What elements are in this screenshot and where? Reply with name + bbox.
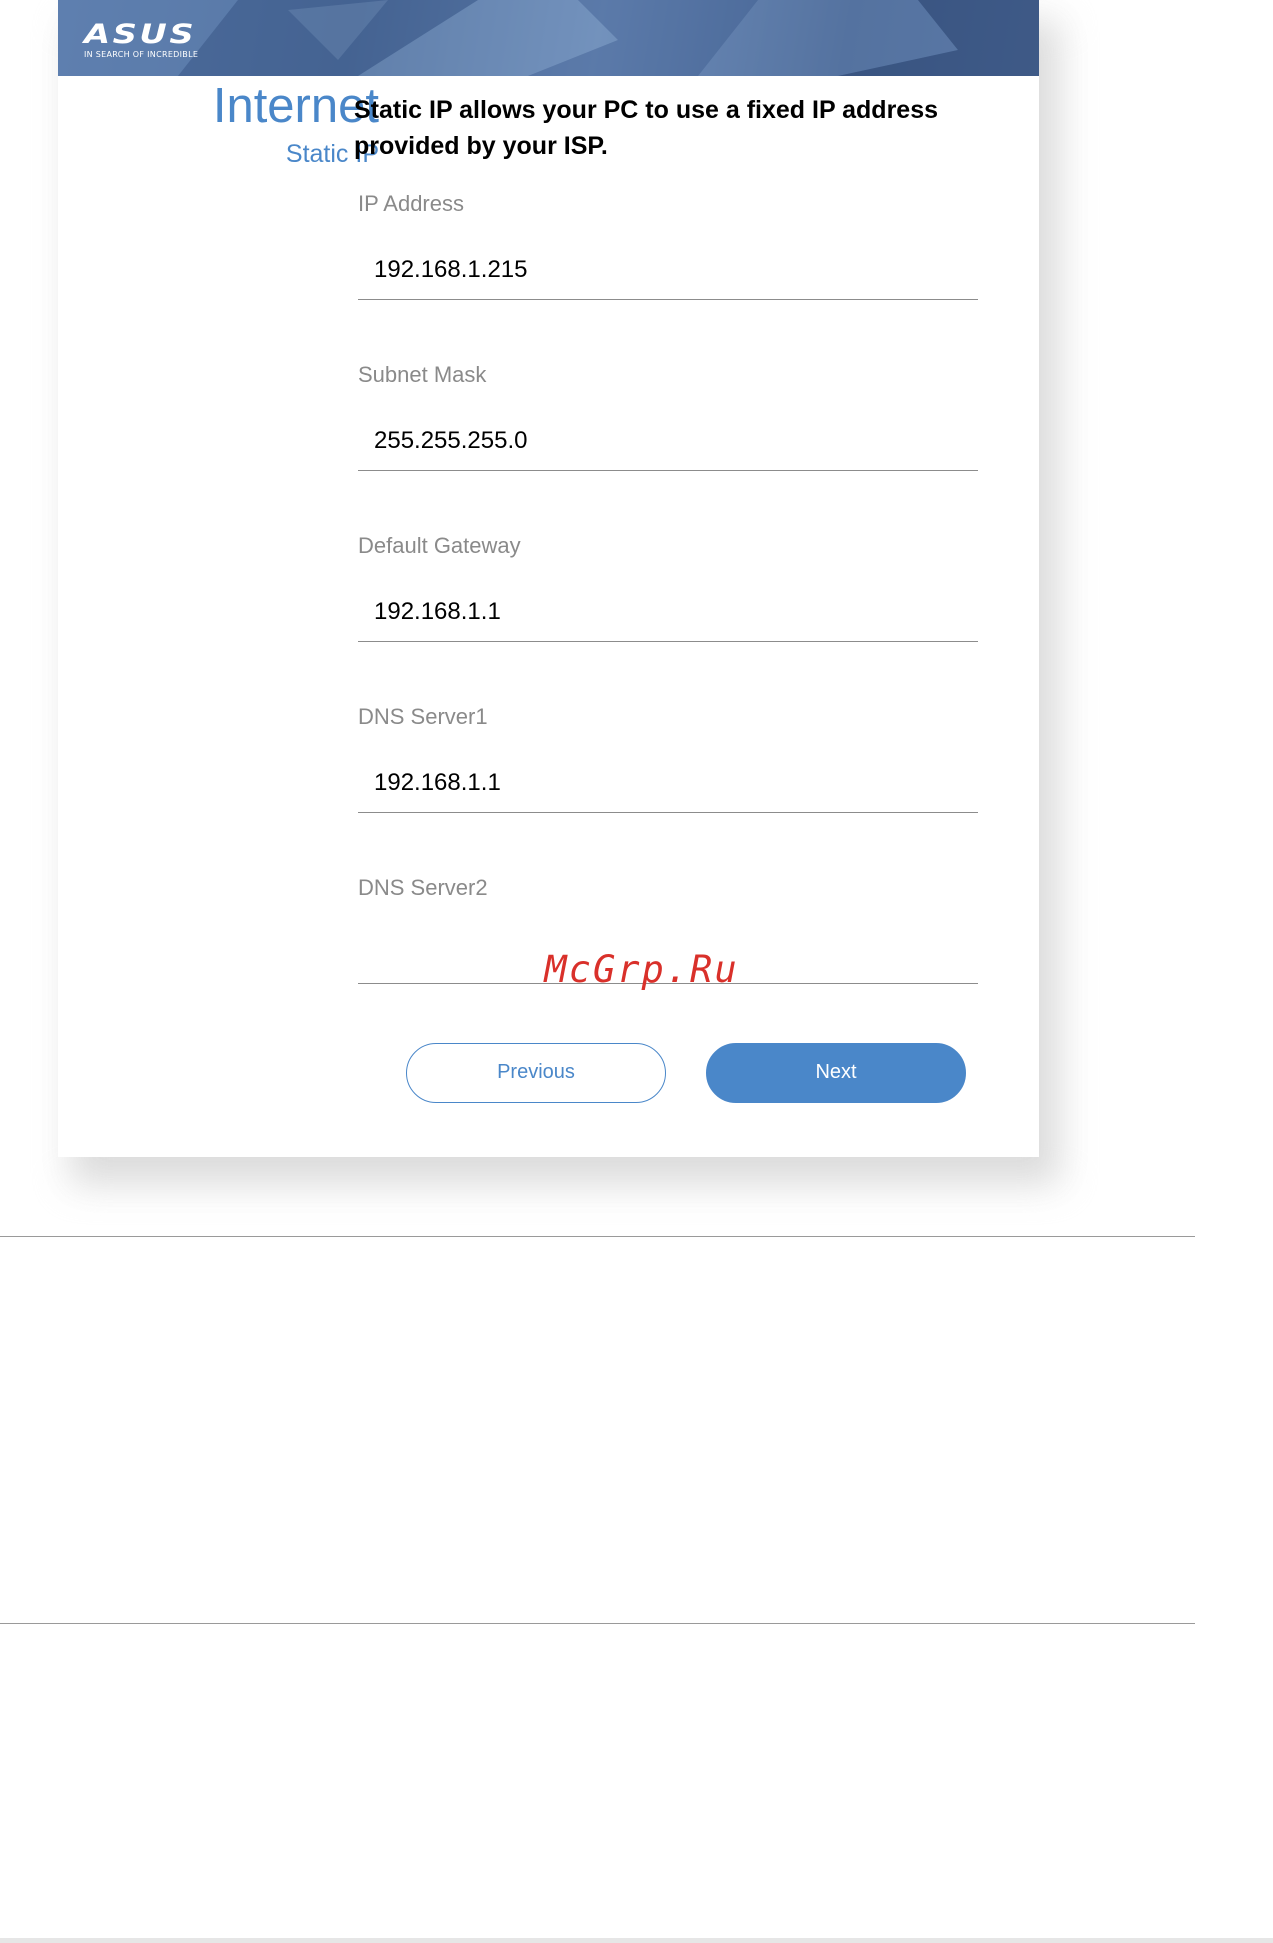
page-bottom-band [0,1938,1273,1943]
subnet-mask-field-group: Subnet Mask [358,361,978,471]
subnet-mask-label: Subnet Mask [358,362,487,387]
ip-address-label: IP Address [358,191,464,216]
asus-logo: ASUS IN SEARCH OF INCREDIBLE [84,21,199,60]
default-gateway-label: Default Gateway [358,533,521,558]
previous-button[interactable]: Previous [406,1043,666,1103]
dns-server1-field-group: DNS Server1 [358,703,978,813]
site-watermark: McGrp.Ru [544,948,739,991]
dns-server1-label: DNS Server1 [358,704,488,729]
default-gateway-input[interactable] [358,588,978,642]
logo-mark: ASUS [84,19,197,50]
ip-address-input[interactable] [358,246,978,300]
document-page: ASUS IN SEARCH OF INCREDIBLE Internet St… [0,0,1273,1943]
dns-server2-label: DNS Server2 [358,875,488,900]
dns-server1-input[interactable] [358,759,978,813]
page-divider-top [0,1236,1195,1237]
default-gateway-field-group: Default Gateway [358,532,978,642]
ip-address-field-group: IP Address [358,190,978,300]
next-button[interactable]: Next [706,1043,966,1103]
page-divider-bottom [0,1623,1195,1624]
page-description: Static IP allows your PC to use a fixed … [354,96,939,160]
subnet-mask-input[interactable] [358,417,978,471]
header-banner: ASUS IN SEARCH OF INCREDIBLE [58,0,1039,76]
logo-tagline: IN SEARCH OF INCREDIBLE [84,50,199,59]
